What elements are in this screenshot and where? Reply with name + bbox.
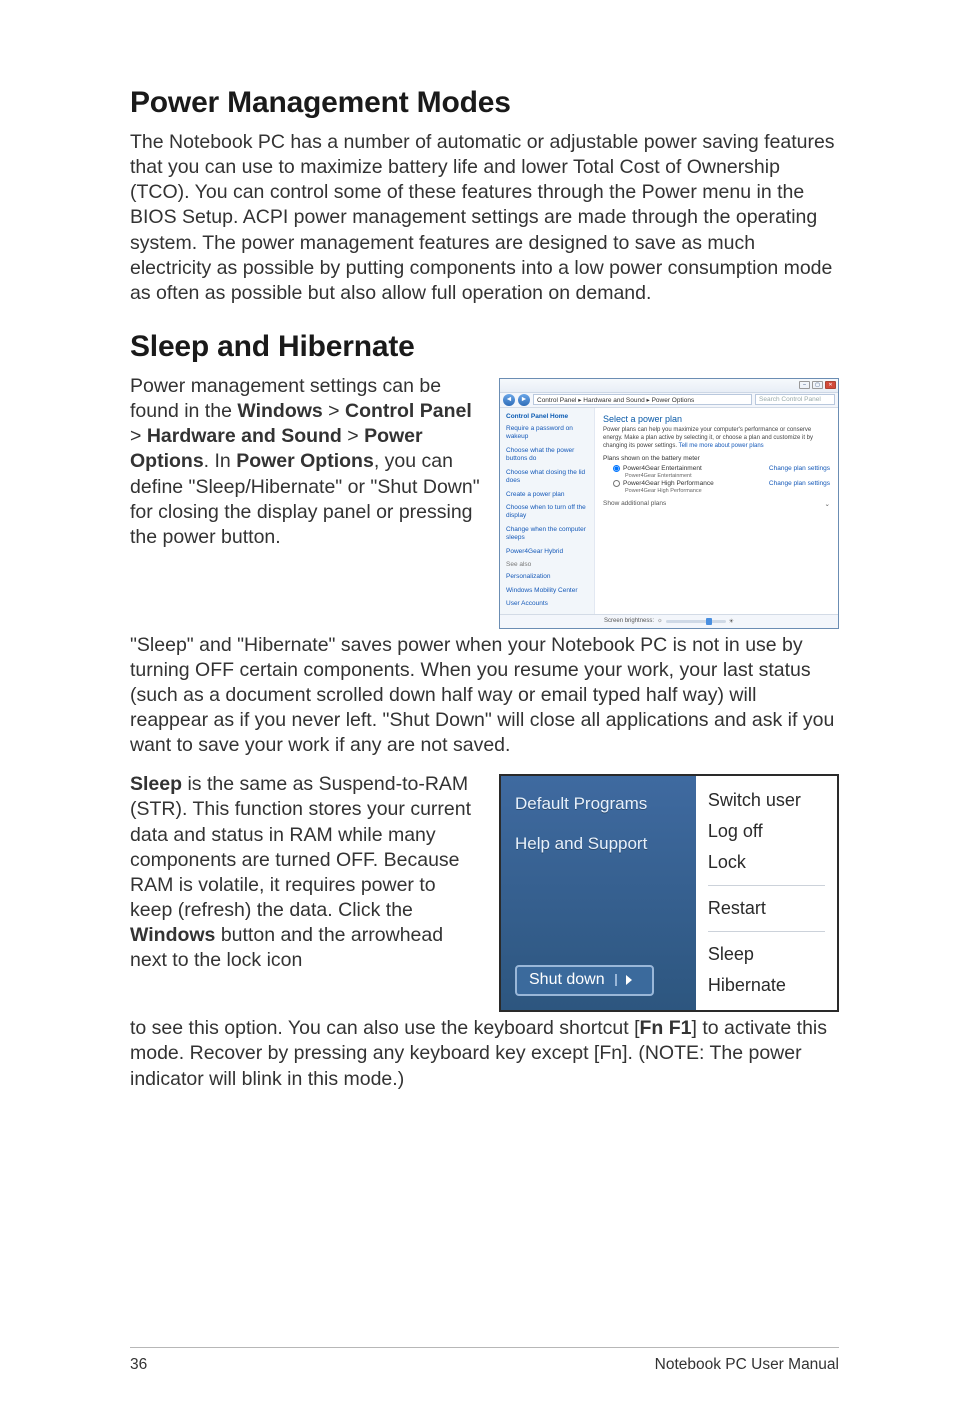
sleep-paragraph-1: Power management settings can be found i… <box>130 374 481 550</box>
power-options-window: – ▢ ✕ ◄ ► Control Panel ▸ Hardware and S… <box>499 378 839 629</box>
plan-high-performance[interactable]: Power4Gear High Performance <box>613 480 714 487</box>
text-fragment: to see this option. You can also use the… <box>130 1017 640 1039</box>
link-power-buttons[interactable]: Choose what the power buttons do <box>506 447 588 464</box>
page-number: 36 <box>130 1356 147 1374</box>
search-input[interactable]: Search Control Panel <box>755 394 835 405</box>
shutdown-arrow-icon[interactable] <box>615 974 640 986</box>
text-fragment: > <box>130 425 147 447</box>
link-require-password[interactable]: Require a password on wakeup <box>506 425 588 442</box>
link-change-sleep[interactable]: Change when the computer sleeps <box>506 526 588 543</box>
menu-log-off[interactable]: Log off <box>708 821 825 842</box>
heading-sleep-hibernate: Sleep and Hibernate <box>130 330 839 364</box>
plan-description: Power plans can help you maximize your c… <box>603 427 830 450</box>
link-power4gear[interactable]: Power4Gear Hybrid <box>506 548 588 556</box>
radio-entertainment[interactable] <box>613 465 620 472</box>
start-menu-left: Default Programs Help and Support Shut d… <box>501 776 696 1010</box>
nav-fwd-button[interactable]: ► <box>518 394 530 406</box>
sleep-paragraph-4: to see this option. You can also use the… <box>130 1016 839 1091</box>
menu-restart[interactable]: Restart <box>708 898 825 919</box>
footer-rule <box>130 1347 839 1348</box>
menu-sleep[interactable]: Sleep <box>708 944 825 965</box>
start-menu-right: Switch user Log off Lock Restart Sleep H… <box>696 776 837 1010</box>
chevron-down-icon[interactable]: ⌄ <box>825 500 830 508</box>
change-plan-2[interactable]: Change plan settings <box>769 480 830 487</box>
sun-bright-icon: ☀ <box>729 618 734 625</box>
maximize-button[interactable]: ▢ <box>812 381 823 389</box>
shut-down-label: Shut down <box>529 971 605 989</box>
link-create-plan[interactable]: Create a power plan <box>506 491 588 499</box>
plan-subtitle-2: Power4Gear High Performance <box>625 488 830 494</box>
text-fragment: > <box>342 425 364 447</box>
status-bar: Screen brightness: ☼ ☀ <box>500 614 838 628</box>
sun-dim-icon: ☼ <box>657 618 663 624</box>
text-fragment: is the same as Suspend-to-RAM (STR). Thi… <box>130 773 471 921</box>
main-panel: Select a power plan Power plans can help… <box>595 408 838 614</box>
plan-entertainment[interactable]: Power4Gear Entertainment <box>613 465 702 472</box>
brightness-label: Screen brightness: <box>604 618 654 624</box>
plan-label: Power4Gear High Performance <box>623 480 714 487</box>
link-closing-lid[interactable]: Choose what closing the lid does <box>506 469 588 486</box>
bold-windows: Windows <box>237 400 322 422</box>
bold-control-panel: Control Panel <box>345 400 472 422</box>
nav-back-button[interactable]: ◄ <box>503 394 515 406</box>
menu-default-programs[interactable]: Default Programs <box>515 794 682 814</box>
brightness-slider[interactable] <box>666 620 726 623</box>
link-user-accounts[interactable]: User Accounts <box>506 600 588 608</box>
menu-switch-user[interactable]: Switch user <box>708 790 825 811</box>
window-titlebar: – ▢ ✕ <box>500 379 838 393</box>
text-fragment: . In <box>204 450 237 472</box>
breadcrumb[interactable]: Control Panel ▸ Hardware and Sound ▸ Pow… <box>533 394 752 405</box>
menu-separator <box>708 885 825 886</box>
menu-separator <box>708 931 825 932</box>
bold-sleep: Sleep <box>130 773 182 795</box>
menu-help-support[interactable]: Help and Support <box>515 834 682 854</box>
left-nav: Control Panel Home Require a password on… <box>500 408 595 614</box>
shut-down-button[interactable]: Shut down <box>515 965 654 996</box>
bold-power-options-2: Power Options <box>236 450 374 472</box>
heading-power-mgmt: Power Management Modes <box>130 86 839 120</box>
text-fragment: > <box>323 400 345 422</box>
show-additional-plans[interactable]: Show additional plans <box>603 500 666 508</box>
see-also-label: See also <box>506 561 588 568</box>
link-turn-off-display[interactable]: Choose when to turn off the display <box>506 504 588 521</box>
plan-label: Power4Gear Entertainment <box>623 465 702 472</box>
intro-paragraph: The Notebook PC has a number of automati… <box>130 130 839 306</box>
link-mobility-center[interactable]: Windows Mobility Center <box>506 587 588 595</box>
manual-title: Notebook PC User Manual <box>655 1356 839 1374</box>
address-bar: ◄ ► Control Panel ▸ Hardware and Sound ▸… <box>500 393 838 408</box>
plan-subtitle-1: Power4Gear Entertainment <box>625 473 830 479</box>
bold-fn-f1: Fn F1 <box>640 1017 692 1039</box>
close-button[interactable]: ✕ <box>825 381 836 389</box>
menu-hibernate[interactable]: Hibernate <box>708 975 825 996</box>
cp-home[interactable]: Control Panel Home <box>506 413 588 420</box>
radio-high-perf[interactable] <box>613 480 620 487</box>
sleep-paragraph-3: Sleep is the same as Suspend-to-RAM (STR… <box>130 772 481 973</box>
sleep-paragraph-2: "Sleep" and "Hibernate" saves power when… <box>130 633 839 759</box>
page-footer: 36 Notebook PC User Manual <box>0 1356 954 1374</box>
link-tell-me-more[interactable]: Tell me more about power plans <box>679 443 764 449</box>
start-menu: Default Programs Help and Support Shut d… <box>499 774 839 1012</box>
change-plan-1[interactable]: Change plan settings <box>769 465 830 472</box>
minimize-button[interactable]: – <box>799 381 810 389</box>
bold-windows-2: Windows <box>130 924 215 946</box>
menu-lock[interactable]: Lock <box>708 852 825 873</box>
select-plan-heading: Select a power plan <box>603 414 830 424</box>
plans-group-label: Plans shown on the battery meter <box>603 455 830 462</box>
bold-hw-sound: Hardware and Sound <box>147 425 342 447</box>
link-personalization[interactable]: Personalization <box>506 573 588 581</box>
